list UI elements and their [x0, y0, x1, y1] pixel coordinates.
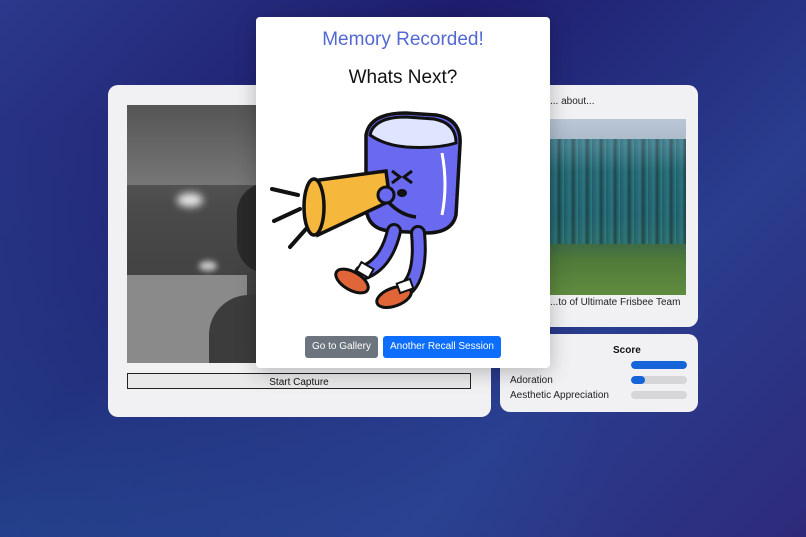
modal-subtitle: Whats Next? — [348, 67, 458, 88]
score-label: Adoration — [510, 375, 553, 386]
score-fill — [631, 361, 687, 369]
score-bar — [631, 376, 687, 384]
memory-recorded-modal: Memory Recorded! Whats Next? Go to Galle… — [256, 17, 550, 368]
go-to-gallery-button[interactable]: Go to Gallery — [305, 336, 378, 358]
score-label: Aesthetic Appreciation — [510, 390, 609, 401]
score-bar — [631, 391, 687, 399]
ceiling-light — [199, 261, 217, 271]
score-fill — [631, 376, 645, 384]
ceiling-light — [177, 193, 203, 207]
memory-photo — [550, 119, 686, 295]
memory-heading: ... about... — [550, 96, 595, 107]
another-recall-session-button[interactable]: Another Recall Session — [383, 336, 501, 358]
start-capture-button[interactable]: Start Capture — [127, 373, 471, 389]
memory-caption: ...to of Ultimate Frisbee Team — [550, 297, 681, 308]
score-header: Score — [613, 345, 641, 356]
team-crowd — [550, 139, 686, 244]
score-bar — [631, 361, 687, 369]
modal-title: Memory Recorded! — [322, 29, 484, 50]
megaphone-mascot-icon — [270, 111, 462, 309]
